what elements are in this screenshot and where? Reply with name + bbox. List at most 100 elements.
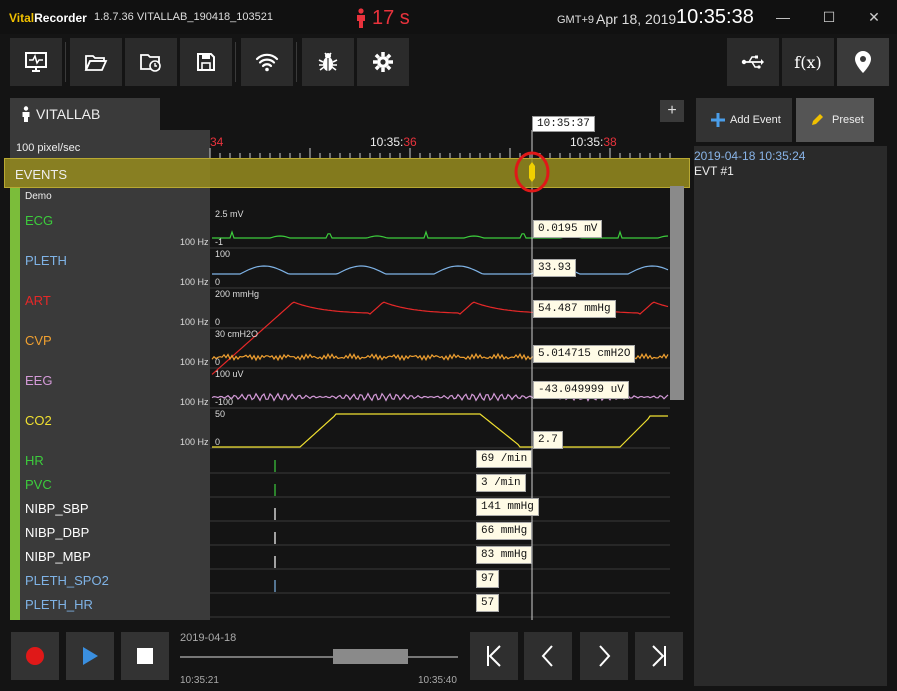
playback-end-time: 10:35:40	[418, 675, 457, 686]
skip-start-icon	[487, 645, 501, 667]
numeric-name[interactable]: NIBP_MBP	[25, 549, 91, 564]
numeric-name[interactable]: NIBP_SBP	[25, 501, 89, 516]
date-label: Apr 18, 2019	[596, 11, 677, 27]
value-box: 33.93	[533, 259, 577, 277]
numeric-value-box: 3 /min	[476, 474, 526, 492]
event-name[interactable]: EVT #1	[694, 164, 734, 178]
save-icon	[197, 53, 215, 71]
sample-rate-label: 100 Hz	[180, 357, 209, 367]
recording-timer: 17 s	[372, 7, 410, 29]
gear-icon	[373, 52, 393, 72]
value-box: 0.0195 mV	[533, 220, 603, 238]
numeric-name[interactable]: PVC	[25, 477, 52, 492]
usb-icon	[741, 55, 764, 69]
event-list-panel	[694, 146, 887, 686]
numeric-name[interactable]: PLETH_SPO2	[25, 573, 109, 588]
numeric-name[interactable]: NIBP_DBP	[25, 525, 89, 540]
add-track-button[interactable]: +	[660, 100, 684, 122]
numeric-value-box: 141 mmHg	[476, 498, 539, 516]
tab-vitallab[interactable]: VITALLAB	[10, 98, 160, 130]
numeric-value-box: 66 mmHg	[476, 522, 533, 540]
wifi-icon	[255, 53, 279, 72]
event-marker[interactable]	[513, 150, 551, 194]
numeric-value-box: 69 /min	[476, 450, 533, 468]
seek-thumb[interactable]	[333, 649, 409, 664]
window-title: 1.8.7.36 VITALLAB_190418_103521	[94, 11, 274, 23]
track-name[interactable]: ECG	[25, 213, 53, 228]
time-ruler[interactable]	[210, 130, 670, 158]
events-label: EVENTS	[15, 167, 68, 182]
record-icon	[26, 647, 44, 665]
y-max-label: 2.5 mV	[215, 209, 244, 219]
previous-button[interactable]	[524, 632, 572, 680]
playback-start-time: 10:35:21	[180, 675, 219, 686]
person-icon	[22, 106, 30, 122]
close-button[interactable]: ✕	[857, 4, 891, 30]
numeric-value-box: 57	[476, 594, 500, 612]
value-box: -43.049999 uV	[533, 381, 629, 399]
monitor-button[interactable]	[10, 38, 62, 86]
track-scrollbar[interactable]	[670, 186, 684, 400]
function-button[interactable]: f(x)	[782, 38, 834, 86]
add-event-button[interactable]: Add Event	[696, 98, 792, 142]
preset-button[interactable]: Preset	[796, 98, 874, 142]
track-name[interactable]: CVP	[25, 333, 52, 348]
events-track[interactable]: EVENTS	[4, 158, 690, 188]
seek-track[interactable]	[180, 656, 458, 658]
timezone-label: GMT+9	[557, 14, 594, 26]
time-scale-label: 100 pixel/sec	[16, 142, 81, 154]
track-name[interactable]: PLETH	[25, 253, 67, 268]
toolbar-divider	[235, 42, 236, 82]
location-button[interactable]	[837, 38, 889, 86]
go-to-end-button[interactable]	[635, 632, 683, 680]
next-button[interactable]	[580, 632, 628, 680]
stop-button[interactable]	[121, 632, 169, 680]
add-event-label: Add Event	[730, 114, 781, 126]
y-min-label: -1	[215, 237, 224, 247]
numeric-name[interactable]: PLETH_HR	[25, 597, 93, 612]
event-time[interactable]: 2019-04-18 10:35:24	[694, 149, 805, 163]
track-name[interactable]: ART	[25, 293, 51, 308]
open-folder-button[interactable]	[70, 38, 122, 86]
tab-label: VITALLAB	[36, 106, 101, 122]
chevron-right-icon	[599, 645, 611, 667]
toolbar-divider	[296, 42, 297, 82]
numeric-name[interactable]: HR	[25, 453, 44, 468]
y-min-label: 0	[215, 317, 221, 327]
y-max-label: 50	[215, 409, 226, 419]
go-to-start-button[interactable]	[470, 632, 518, 680]
toolbar-divider	[65, 42, 66, 82]
title-bar: VitalRecorder 1.8.7.36 VITALLAB_190418_1…	[0, 0, 897, 34]
waveform-area[interactable]	[210, 208, 670, 620]
y-max-label: 100 uV	[215, 369, 244, 379]
value-box: 5.014715 cmH2O	[533, 345, 636, 363]
folder-clock-icon	[140, 54, 161, 72]
settings-button[interactable]	[357, 38, 409, 86]
track-name[interactable]: CO2	[25, 413, 52, 428]
minimize-button[interactable]: —	[766, 4, 800, 30]
open-recent-button[interactable]	[125, 38, 177, 86]
maximize-button[interactable]: ☐	[812, 4, 846, 30]
record-button[interactable]	[11, 632, 59, 680]
numeric-value-box: 97	[476, 570, 500, 588]
clock-label: 10:35:38	[676, 6, 754, 28]
usb-button[interactable]	[727, 38, 779, 86]
y-min-label: -100	[215, 397, 234, 407]
function-icon: f(x)	[794, 52, 822, 72]
sample-rate-label: 100 Hz	[180, 277, 209, 287]
sample-rate-label: 100 Hz	[180, 317, 209, 327]
sample-rate-label: 100 Hz	[180, 237, 209, 247]
value-box: 2.7	[533, 431, 563, 449]
value-box: 54.487 mmHg	[533, 300, 616, 318]
y-max-label: 100	[215, 249, 231, 259]
wifi-button[interactable]	[241, 38, 293, 86]
play-icon	[83, 647, 98, 665]
debug-button[interactable]	[302, 38, 354, 86]
track-name[interactable]: EEG	[25, 373, 52, 388]
app-logo: VitalRecorder	[9, 11, 87, 25]
y-min-label: 0	[215, 437, 221, 447]
save-button[interactable]	[180, 38, 232, 86]
y-min-label: 0	[215, 357, 221, 367]
y-max-label: 200 mmHg	[215, 289, 260, 299]
play-button[interactable]	[66, 632, 114, 680]
